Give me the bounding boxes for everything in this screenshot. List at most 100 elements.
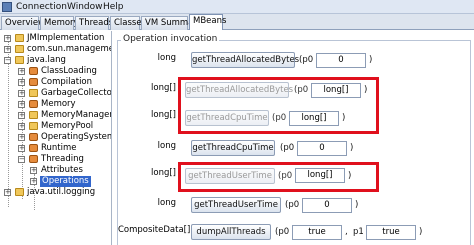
tree-node-label: MemoryManager — [41, 110, 112, 120]
return-type: CompositeData[] — [118, 225, 191, 235]
return-type: long — [157, 198, 176, 208]
tree-node-label: OperatingSystem — [41, 132, 112, 142]
tree-node-memorymanager[interactable]: + MemoryManager — [18, 110, 112, 121]
folder-icon — [15, 56, 24, 64]
bean-icon — [29, 133, 38, 141]
tree-node-com-sun-management[interactable]: + com.sun.management — [4, 44, 111, 55]
operation-button-getthreadallocatedbytes[interactable]: getThreadAllocatedBytes — [191, 52, 299, 68]
return-type: long — [157, 141, 176, 151]
tree-node-java-util-logging[interactable]: + java.util.logging — [4, 187, 111, 198]
tab-mbeans[interactable]: MBeans — [189, 14, 226, 30]
tree-node-label: JMImplementation — [27, 33, 105, 43]
param-input[interactable]: 0 — [316, 53, 366, 68]
tree-node-label: java.lang — [27, 55, 66, 65]
folder-icon — [15, 34, 24, 42]
tree-node-label: Runtime — [41, 143, 77, 153]
expand-icon[interactable]: + — [18, 112, 25, 119]
param-label: (p0 — [285, 200, 300, 210]
menu-bar: Connection Window Help — [0, 0, 474, 14]
return-type: long[] — [151, 83, 176, 93]
tree-node-label: Memory — [41, 99, 76, 109]
operations-panel: Operation invocation long getThreadAlloc… — [113, 31, 474, 245]
tree-node-threading[interactable]: − Threading — [18, 154, 111, 165]
expand-icon[interactable]: + — [18, 79, 25, 86]
return-type: long — [157, 53, 176, 63]
bean-icon — [29, 78, 38, 86]
operation-button-dumpallthreads[interactable]: dumpAllThreads — [191, 224, 271, 240]
expand-icon[interactable]: + — [18, 68, 25, 75]
tree-node-label: com.sun.management — [27, 44, 111, 54]
param-input[interactable]: 0 — [297, 141, 347, 156]
tab-threads[interactable]: Threads — [75, 16, 113, 30]
param-label: p1 — [353, 227, 364, 237]
folder-icon — [29, 89, 38, 97]
tree-node-runtime[interactable]: + Runtime — [18, 143, 111, 154]
tree-node-operatingsystem[interactable]: + OperatingSystem — [18, 132, 112, 143]
param-input[interactable]: true — [292, 225, 342, 240]
menu-help[interactable]: Help — [103, 1, 124, 13]
return-type: long[] — [151, 168, 176, 178]
tree-node-garbagecollector[interactable]: + GarbageCollector — [18, 88, 112, 99]
expand-icon[interactable]: + — [18, 123, 25, 130]
folder-icon — [29, 122, 38, 130]
param-close: ) — [355, 200, 359, 210]
folder-icon — [29, 111, 38, 119]
folder-icon — [15, 45, 24, 53]
mbean-tree: + JMImplementation + com.sun.management … — [0, 31, 112, 245]
tree-node-memorypool[interactable]: + MemoryPool — [18, 121, 111, 132]
tab-classes[interactable]: Classes — [110, 16, 146, 30]
bean-icon — [29, 100, 38, 108]
expand-icon[interactable]: + — [4, 189, 11, 196]
tab-vm-summary[interactable]: VM Summary — [141, 16, 202, 30]
expand-icon[interactable]: + — [4, 35, 11, 42]
highlight-box — [178, 162, 379, 192]
tree-node-label-selected: Operations — [40, 176, 91, 187]
group-title: Operation invocation — [121, 34, 220, 44]
folder-icon — [15, 188, 24, 196]
param-close: ) — [419, 227, 423, 237]
tree-node-label: Compilation — [41, 77, 93, 87]
tree-node-label: Attributes — [41, 165, 83, 175]
tree-node-label: ClassLoading — [41, 66, 97, 76]
tab-memory[interactable]: Memory — [40, 16, 79, 30]
menu-window[interactable]: Window — [67, 1, 103, 13]
expand-icon[interactable]: + — [18, 134, 25, 141]
bean-icon — [29, 144, 38, 152]
param-close: ) — [369, 55, 373, 65]
tree-node-label: GarbageCollector — [41, 88, 112, 98]
tab-overview[interactable]: Overview — [1, 16, 45, 30]
highlight-box — [178, 77, 379, 134]
param-label: (p0 — [299, 55, 314, 65]
expand-icon[interactable]: + — [30, 167, 37, 174]
operation-button-getthreadusertime[interactable]: getThreadUserTime — [191, 197, 281, 213]
tree-node-classloading[interactable]: + ClassLoading — [18, 66, 111, 77]
menu-connection[interactable]: Connection — [16, 1, 67, 13]
param-close: ) — [350, 143, 354, 153]
collapse-icon[interactable]: − — [18, 156, 25, 163]
param-label: (p0 — [280, 143, 295, 153]
expand-icon[interactable]: + — [30, 178, 37, 185]
tree-node-operations[interactable]: + Operations — [30, 176, 111, 187]
tree-node-compilation[interactable]: + Compilation — [18, 77, 111, 88]
expand-icon[interactable]: + — [18, 90, 25, 97]
app-icon — [2, 2, 12, 12]
param-input[interactable]: 0 — [302, 198, 352, 213]
expand-icon[interactable]: + — [18, 145, 25, 152]
tree-node-jmimplementation[interactable]: + JMImplementation — [4, 33, 111, 44]
expand-icon[interactable]: + — [18, 101, 25, 108]
param-input[interactable]: true — [366, 225, 416, 240]
bean-icon — [29, 67, 38, 75]
operation-button-getthreadcputime[interactable]: getThreadCpuTime — [191, 140, 275, 156]
collapse-icon[interactable]: − — [4, 57, 11, 64]
tree-node-label: java.util.logging — [27, 187, 96, 197]
tree-node-attributes[interactable]: + Attributes — [30, 165, 111, 176]
tree-node-label: Threading — [41, 154, 84, 164]
tab-strip: Overview Memory Threads Classes VM Summa… — [0, 14, 474, 30]
tree-node-memory[interactable]: + Memory — [18, 99, 111, 110]
expand-icon[interactable]: + — [4, 46, 11, 53]
bean-icon — [29, 155, 38, 163]
return-type: long[] — [151, 110, 176, 120]
param-label: (p0 — [275, 227, 290, 237]
tree-node-java-lang[interactable]: − java.lang — [4, 55, 111, 66]
tree-node-label: MemoryPool — [41, 121, 94, 131]
